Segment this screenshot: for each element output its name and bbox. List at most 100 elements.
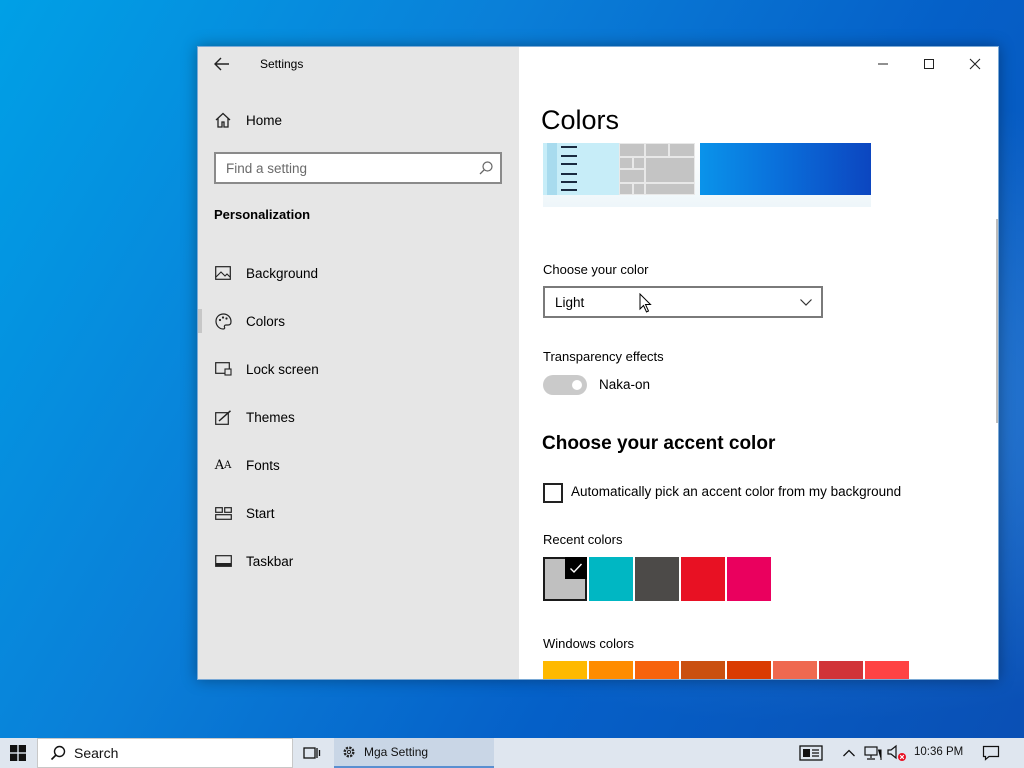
color-swatch[interactable] xyxy=(727,661,771,679)
title-bar: Settings xyxy=(198,47,519,81)
taskbar-search-label: Search xyxy=(74,745,119,761)
sidebar-item-label: Lock screen xyxy=(246,361,319,377)
dropdown-value: Light xyxy=(555,294,585,310)
transparency-toggle[interactable] xyxy=(543,375,587,395)
sidebar-item-label: Colors xyxy=(246,313,286,329)
maximize-button[interactable] xyxy=(906,47,952,81)
close-icon xyxy=(969,58,981,70)
app-title: Settings xyxy=(260,57,304,71)
sidebar-item-label: Fonts xyxy=(246,457,280,473)
task-view-button[interactable] xyxy=(300,743,324,763)
settings-window: Settings Home Personalization Background xyxy=(197,46,999,680)
toggle-knob xyxy=(572,380,582,390)
auto-accent-checkbox[interactable] xyxy=(543,483,563,503)
sidebar-item-label: Themes xyxy=(246,409,295,425)
color-mode-dropdown[interactable]: Light xyxy=(543,286,823,318)
task-view-icon xyxy=(303,747,321,759)
accent-heading: Choose your accent color xyxy=(542,433,776,454)
sidebar-item-lock-screen[interactable]: Lock screen xyxy=(198,345,519,393)
volume-muted-icon xyxy=(887,744,906,761)
checkmark-icon xyxy=(565,557,587,579)
image-icon xyxy=(214,264,232,282)
close-button[interactable] xyxy=(952,47,998,81)
windows-colors-label: Windows colors xyxy=(543,636,635,651)
sidebar-item-taskbar[interactable]: Taskbar xyxy=(198,537,519,585)
color-swatch[interactable] xyxy=(543,661,587,679)
taskbar-app-label: Mga Setting xyxy=(364,745,429,759)
color-swatch[interactable] xyxy=(681,557,725,601)
themes-icon xyxy=(214,408,232,426)
sidebar-item-label: Background xyxy=(246,265,319,281)
sidebar-item-themes[interactable]: Themes xyxy=(198,393,519,441)
color-swatch[interactable] xyxy=(635,661,679,679)
windows-colors-row xyxy=(543,661,909,679)
sidebar-item-start[interactable]: Start xyxy=(198,489,519,537)
sidebar-nav: Background Colors Lock screen Themes A A… xyxy=(198,249,519,585)
lock-screen-icon xyxy=(214,360,232,378)
sidebar-item-label: Taskbar xyxy=(246,553,294,569)
home-icon xyxy=(215,112,231,128)
color-swatch[interactable] xyxy=(635,557,679,601)
start-icon xyxy=(214,504,232,522)
transparency-label: Transparency effects xyxy=(543,349,664,364)
taskbar-clock[interactable]: 10:36 PM xyxy=(914,746,963,758)
fonts-icon: AA xyxy=(214,457,232,473)
sidebar-item-home[interactable]: Home xyxy=(214,109,282,131)
start-button[interactable] xyxy=(0,738,36,768)
color-preview xyxy=(543,143,871,207)
page-title: Colors xyxy=(541,105,620,135)
gear-icon xyxy=(343,746,355,758)
news-widget-button[interactable] xyxy=(799,744,823,762)
maximize-icon xyxy=(924,59,934,69)
scrollbar[interactable] xyxy=(996,219,998,423)
content-pane: Colors Choose your color Light Transpare… xyxy=(519,47,998,679)
color-swatch[interactable] xyxy=(589,557,633,601)
back-arrow-icon xyxy=(214,57,229,71)
auto-accent-label: Automatically pick an accent color from … xyxy=(571,484,902,499)
preview-accent xyxy=(700,143,871,195)
sidebar-item-label: Start xyxy=(246,505,275,521)
sidebar-item-colors[interactable]: Colors xyxy=(198,297,519,345)
chevron-up-icon xyxy=(843,749,855,757)
news-icon xyxy=(799,745,823,761)
color-swatch[interactable] xyxy=(773,661,817,679)
volume-button[interactable] xyxy=(886,744,908,762)
color-swatch[interactable] xyxy=(727,557,771,601)
taskbar-app-settings[interactable]: Mga Setting xyxy=(334,738,494,768)
windows-logo-icon xyxy=(10,745,26,761)
color-swatch[interactable] xyxy=(819,661,863,679)
show-hidden-icons-button[interactable] xyxy=(842,744,856,762)
search-input[interactable] xyxy=(216,160,466,176)
preview-tiles xyxy=(619,143,695,195)
taskbar-search[interactable]: Search xyxy=(37,738,293,768)
taskbar: Search Mga Setting 10:36 PM xyxy=(0,738,1024,768)
taskbar-icon xyxy=(214,552,232,570)
recent-colors-row xyxy=(543,557,771,601)
transparency-state: Naka-on xyxy=(599,377,651,392)
color-swatch[interactable] xyxy=(865,661,909,679)
sidebar-item-label: Home xyxy=(246,112,283,128)
mouse-cursor-icon xyxy=(639,293,652,313)
search-box[interactable] xyxy=(214,152,502,184)
network-icon xyxy=(864,746,882,760)
color-swatch[interactable] xyxy=(589,661,633,679)
section-title: Personalization xyxy=(214,207,311,222)
recent-colors-label: Recent colors xyxy=(543,532,623,547)
search-icon xyxy=(50,745,66,761)
choose-color-label: Choose your color xyxy=(543,262,649,277)
minimize-button[interactable] xyxy=(860,47,906,81)
network-button[interactable] xyxy=(864,744,882,762)
chevron-down-icon xyxy=(800,299,812,306)
sidebar-item-background[interactable]: Background xyxy=(198,249,519,297)
palette-icon xyxy=(214,312,232,330)
search-icon[interactable] xyxy=(478,160,494,176)
preview-start-menu xyxy=(543,143,619,195)
notification-icon xyxy=(982,745,1000,761)
color-swatch[interactable] xyxy=(543,557,587,601)
back-button[interactable] xyxy=(210,53,234,75)
color-swatch[interactable] xyxy=(681,661,725,679)
sidebar-item-fonts[interactable]: AA Fonts xyxy=(198,441,519,489)
minimize-icon xyxy=(878,63,888,65)
action-center-button[interactable] xyxy=(982,744,1000,762)
sidebar: Settings Home Personalization Background xyxy=(198,47,519,679)
